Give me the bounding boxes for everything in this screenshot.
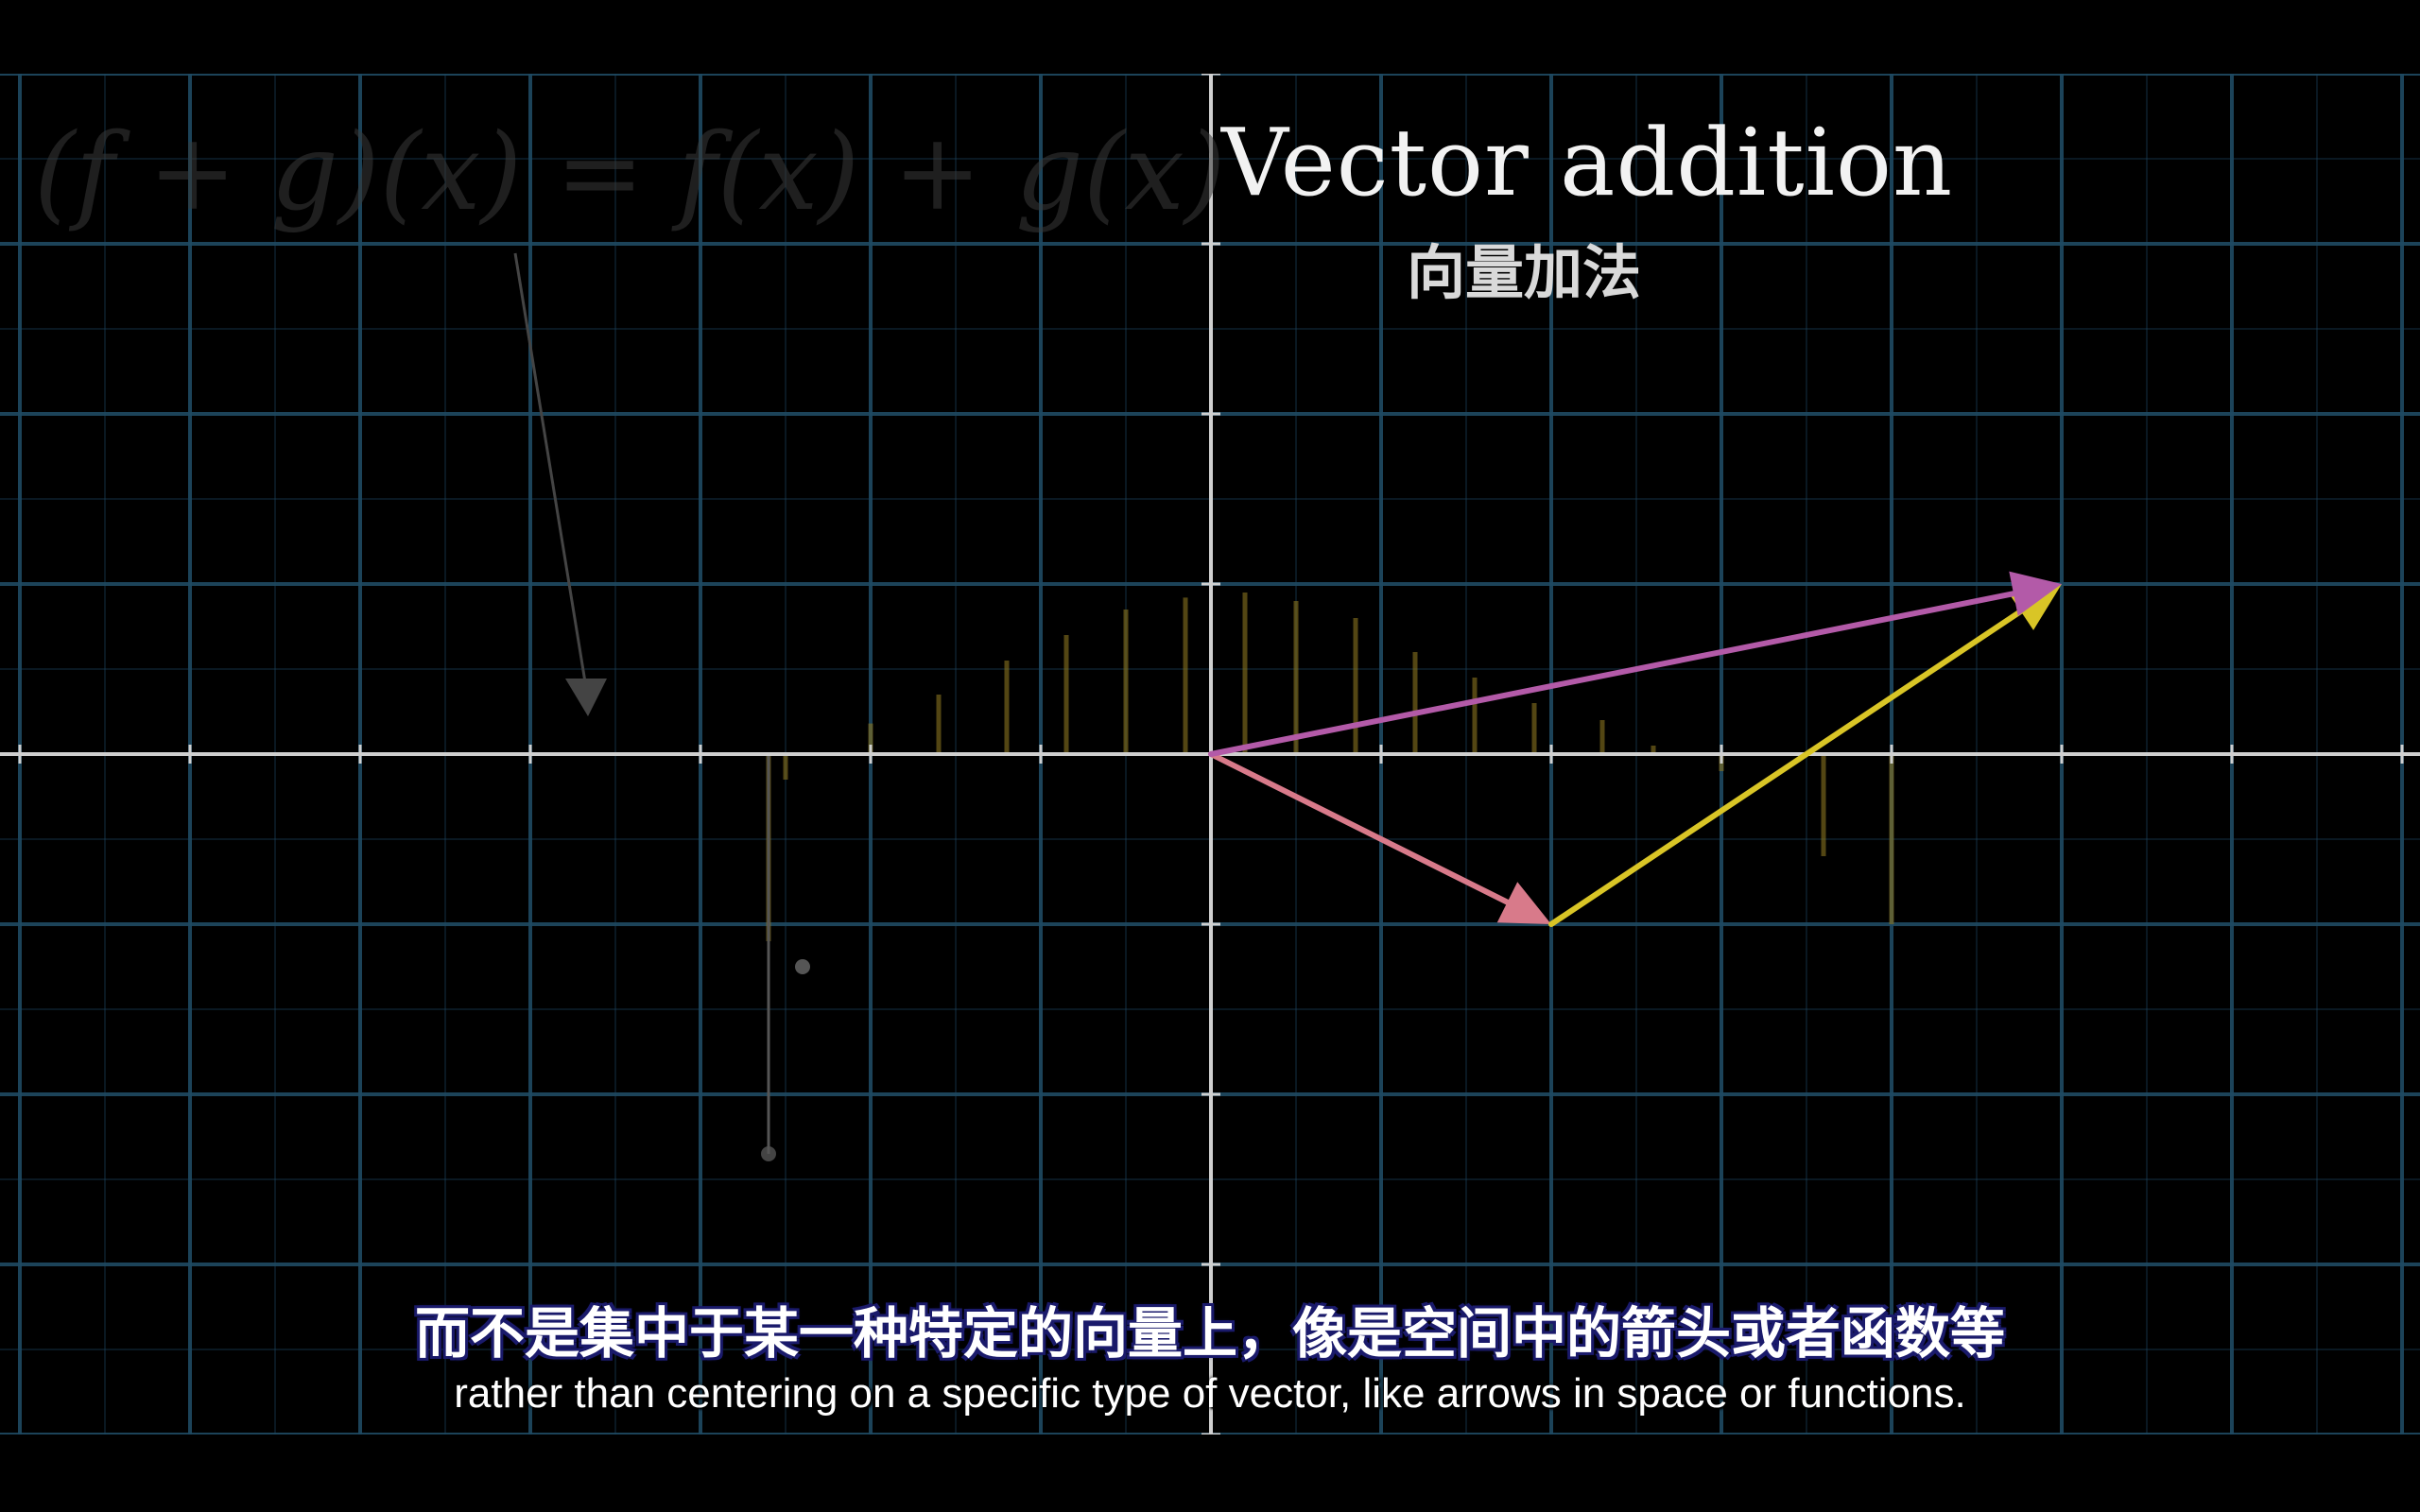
subtitle-english: rather than centering on a specific type… [454, 1370, 1966, 1417]
faded-formula: (f + g)(x) = f(x) + g(x) [34, 112, 1226, 234]
coordinate-plane [0, 74, 2420, 1435]
faded-pointer-arrowhead [565, 679, 607, 716]
faded-function-graph [513, 252, 1894, 1161]
faded-pointer-line [513, 252, 588, 689]
scene-title: Vector addition [1221, 110, 1954, 217]
video-player[interactable]: (f + g)(x) = f(x) + g(x) Vector addition… [0, 0, 2420, 1512]
vector-w-shaft [1548, 608, 2024, 927]
subtitle-chinese: 而不是集中于某一种特定的向量上，像是空间中的箭头或者函数等 [414, 1301, 2005, 1366]
faded-dot [795, 959, 810, 974]
scene-title-chinese: 向量加法 [1407, 238, 1642, 307]
vector-v-shaft [1208, 751, 1511, 905]
video-frame: (f + g)(x) = f(x) + g(x) Vector addition… [0, 74, 2420, 1435]
